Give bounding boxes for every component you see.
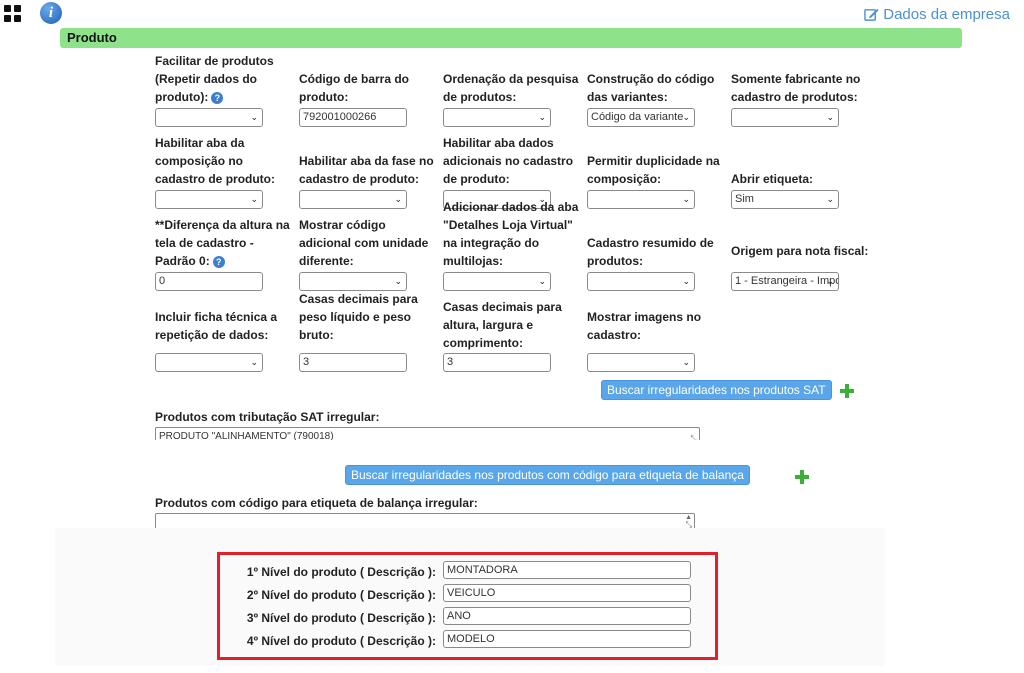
ficha-tecnica-select[interactable]: ⌄	[155, 353, 263, 372]
ordenacao-label: Ordenação da pesquisa de produtos:	[443, 72, 579, 104]
abrir-etiqueta-label: Abrir etiqueta:	[731, 172, 814, 186]
dados-empresa-link[interactable]: Dados da empresa	[864, 6, 1010, 23]
section-title-produto: Produto	[60, 28, 962, 48]
construcao-select[interactable]: Código da variante ⌄	[587, 108, 695, 127]
casas-altura-input[interactable]: 3	[443, 353, 551, 372]
mostrar-imagens-label: Mostrar imagens no cadastro:	[587, 310, 702, 342]
highlight-box	[217, 552, 718, 660]
edit-icon	[864, 8, 879, 21]
aba-composicao-label: Habilitar aba da composição no cadastro …	[155, 136, 276, 186]
codigo-barra-input[interactable]: 792001000266	[299, 108, 407, 127]
codigo-adicional-select[interactable]: ⌄	[299, 272, 407, 291]
origem-fiscal-select[interactable]: 1 - Estrangeira - Importação direta⌄	[731, 272, 839, 291]
ficha-tecnica-label: Incluir ficha técnica a repetição de dad…	[155, 310, 278, 342]
sat-irregular-textarea[interactable]: PRODUTO "ALINHAMENTO" (790018) ⤡	[155, 427, 700, 440]
chevron-down-icon: ⌄	[682, 112, 690, 122]
help-icon[interactable]: ?	[211, 91, 224, 104]
buscar-sat-button[interactable]: Buscar irregularidades nos produtos SAT	[601, 380, 832, 400]
mostrar-imagens-select[interactable]: ⌄	[587, 353, 695, 372]
detalhes-loja-select[interactable]: ⌄	[443, 272, 551, 291]
chevron-down-icon: ⌄	[250, 112, 258, 122]
dados-empresa-label: Dados da empresa	[883, 6, 1010, 23]
origem-fiscal-label: Origem para nota fiscal:	[731, 244, 869, 258]
sat-irregular-label: Produtos com tributação SAT irregular:	[155, 410, 380, 424]
chevron-down-icon: ⌄	[538, 276, 546, 286]
somente-fabricante-label: Somente fabricante no cadastro de produt…	[731, 72, 861, 104]
codigo-barra-label: Código de barra do produto:	[299, 72, 410, 104]
grid-icon[interactable]	[4, 5, 22, 23]
add-sat-icon[interactable]	[839, 383, 855, 399]
ordenacao-select[interactable]: ⌄	[443, 108, 551, 127]
resize-grip-icon[interactable]: ⤡	[691, 430, 697, 440]
cadastro-resumido-label: Cadastro resumido de produtos:	[587, 236, 714, 268]
casas-peso-label: Casas decimais para peso líquido e peso …	[299, 292, 418, 342]
casas-peso-input[interactable]: 3	[299, 353, 407, 372]
detalhes-loja-label: Adicionar dados da aba "Detalhes Loja Vi…	[443, 200, 579, 268]
chevron-down-icon: ⌄	[826, 276, 834, 286]
aba-fase-label: Habilitar aba da fase no cadastro de pro…	[299, 154, 434, 186]
help-icon[interactable]: ?	[212, 255, 225, 268]
facilitar-select[interactable]: ⌄	[155, 108, 263, 127]
chevron-down-icon: ⌄	[682, 357, 690, 367]
casas-altura-label: Casas decimais para altura, largura e co…	[443, 300, 562, 350]
diferenca-altura-input[interactable]: 0	[155, 272, 263, 291]
add-balanca-icon[interactable]	[794, 469, 810, 485]
chevron-down-icon: ⌄	[826, 112, 834, 122]
cadastro-resumido-select[interactable]: ⌄	[587, 272, 695, 291]
chevron-down-icon: ⌄	[538, 112, 546, 122]
construcao-label: Construção do código das variantes:	[587, 72, 715, 104]
somente-fabricante-select[interactable]: ⌄	[731, 108, 839, 127]
balanca-irregular-label: Produtos com código para etiqueta de bal…	[155, 496, 478, 510]
chevron-down-icon: ⌄	[250, 357, 258, 367]
codigo-adicional-label: Mostrar código adicional com unidade dif…	[299, 218, 429, 268]
chevron-down-icon: ⌄	[394, 276, 402, 286]
chevron-down-icon: ⌄	[682, 276, 690, 286]
aba-dados-adicionais-label: Habilitar aba dados adicionais no cadast…	[443, 136, 574, 186]
buscar-balanca-button[interactable]: Buscar irregularidades nos produtos com …	[345, 465, 750, 485]
info-icon[interactable]: i	[40, 2, 62, 24]
duplicidade-label: Permitir duplicidade na composição:	[587, 154, 720, 186]
facilitar-label-wrap: Facilitar de produtos (Repetir dados do …	[155, 50, 295, 106]
